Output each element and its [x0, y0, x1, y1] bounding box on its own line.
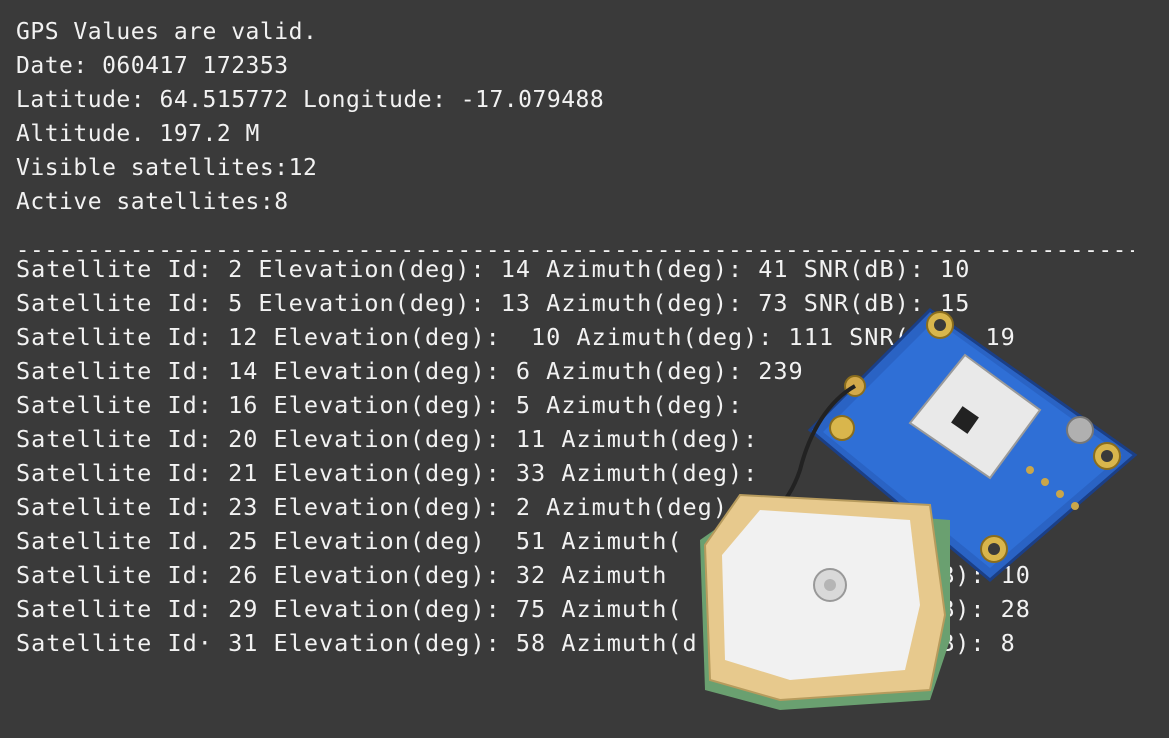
- lat-lon-line: Latitude: 64.515772 Longitude: -17.07948…: [16, 87, 605, 113]
- satellite-row: Satellite Id: 16 Elevation(deg): 5 Azimu…: [16, 391, 744, 419]
- satellite-row: Satellite Id: 5 Elevation(deg): 13 Azimu…: [16, 289, 971, 317]
- satellite-row: Satellite Id: 29 Elevation(deg): 75 Azim…: [16, 595, 1031, 623]
- satellite-row: Satellite Id· 31 Elevation(deg): 58 Azim…: [16, 629, 1016, 657]
- satellite-row: Satellite Id: 12 Elevation(deg): 10 Azim…: [16, 323, 1016, 351]
- satellite-row: Satellite Id. 25 Elevation(deg) 51 Azimu…: [16, 527, 683, 555]
- satellite-row: Satellite Id: 20 Elevation(deg): 11 Azim…: [16, 425, 759, 453]
- satellite-row: Satellite Id: 26 Elevation(deg): 32 Azim…: [16, 561, 1031, 589]
- altitude-line: Altitude. 197.2 M: [16, 121, 260, 147]
- active-satellites-line: Active satellites:8: [16, 189, 289, 215]
- satellite-row: Satellite Id: 21 Elevation(deg): 33 Azim…: [16, 459, 759, 487]
- date-line: Date: 060417 172353: [16, 53, 289, 79]
- satellite-row: Satellite Id: 14 Elevation(deg): 6 Azimu…: [16, 357, 804, 385]
- satellite-row: Satellite Id: 23 Elevation(deg): 2 Azimu…: [16, 493, 728, 521]
- terminal-window: GPS Values are valid. Date: 060417 17235…: [0, 0, 1169, 738]
- visible-satellites-line: Visible satellites:12: [16, 155, 318, 181]
- satellite-row: Satellite Id: 2 Elevation(deg): 14 Azimu…: [16, 255, 971, 283]
- gps-status-line: GPS Values are valid.: [16, 19, 318, 45]
